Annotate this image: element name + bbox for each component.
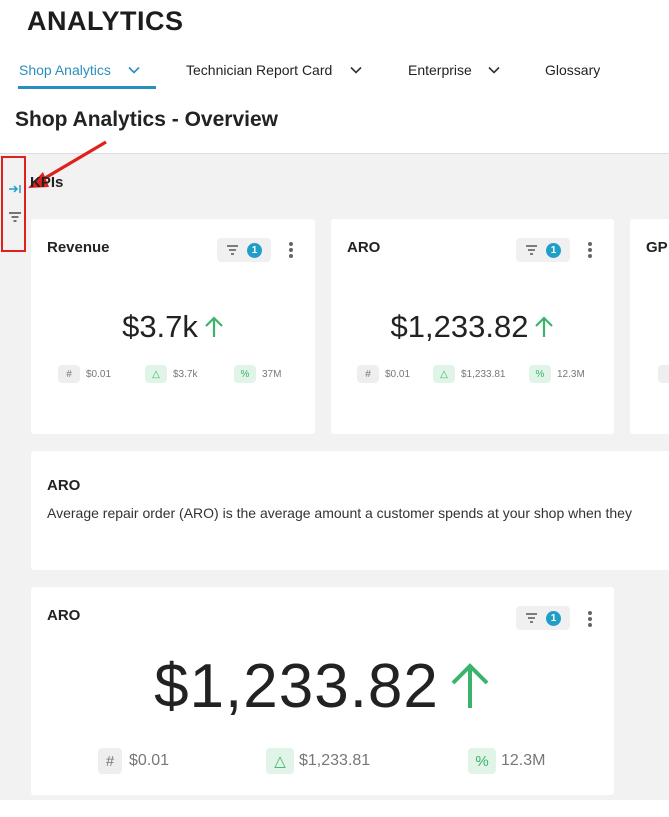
delta-icon: △ [266,748,294,774]
kpi-card-gp: GP [630,219,669,434]
more-options-icon[interactable] [585,609,595,629]
tab-enterprise[interactable]: Enterprise [408,52,501,88]
top-nav: Shop Analytics Technician Report Card En… [0,52,669,90]
stat-count: # $0.01 [58,365,111,383]
stat-change-value: $1,233.81 [461,368,506,380]
more-options-icon[interactable] [585,240,595,260]
trend-up-icon [535,316,554,337]
tab-label: Technician Report Card [186,62,333,78]
kpi-value-row: $1,233.82 [31,651,614,721]
kpi-value-row: $1,233.82 [331,307,614,347]
filter-chip[interactable]: 1 [217,238,271,262]
percent-icon: % [234,365,256,383]
filter-chip[interactable]: 1 [516,606,570,630]
annotation-highlight-box [1,156,26,252]
bottom-strip [0,800,669,817]
filter-count-badge: 1 [546,610,561,626]
filter-count-badge: 1 [247,242,262,258]
page-title: Shop Analytics - Overview [15,108,278,131]
tab-label: Enterprise [408,62,472,78]
hash-icon: # [357,365,379,383]
glossary-description-card: ARO Average repair order (ARO) is the av… [31,451,669,570]
description-text: Average repair order (ARO) is the averag… [47,505,632,521]
page-header: Shop Analytics - Overview [0,89,669,154]
hash-icon: # [98,748,122,774]
percent-icon: % [529,365,551,383]
chevron-down-icon [350,66,362,74]
stat-count-value: $0.01 [129,752,170,769]
filter-count-badge: 1 [546,242,561,258]
percent-icon: % [468,748,496,774]
stat-percent: % 12.3M [529,365,585,383]
filter-icon [526,613,537,623]
filter-icon [526,245,537,255]
filter-icon[interactable] [7,209,23,225]
trend-up-icon [205,316,223,337]
tab-label: Shop Analytics [19,62,111,78]
stat-change: △ $3.7k [145,365,197,383]
stat-count: # $0.01 [98,748,169,774]
stat-change: △ $1,233.81 [266,748,370,774]
stat-percent-value: 12.3M [501,752,546,769]
stat-count: # $0.01 [357,365,410,383]
delta-icon: △ [433,365,455,383]
stat-percent: % 37M [234,365,281,383]
stat-change-value: $3.7k [173,368,198,380]
tab-glossary[interactable]: Glossary [545,52,600,88]
kpi-value-row: $3.7k [31,307,315,347]
kpi-card-revenue: Revenue 1 $3.7k # $0.01 △ $3.7k % 37M [31,219,315,434]
chevron-down-icon [488,66,500,74]
card-title: ARO [47,607,81,624]
aro-detail-card: ARO 1 $1,233.82 # $0.01 △ $1,233.81 % 12… [31,587,614,795]
filter-icon [227,245,238,255]
app-title: ANALYTICS [27,6,184,36]
kpis-section-label: KPIs [30,174,64,191]
tab-label: Glossary [545,62,601,78]
hash-icon: # [58,365,80,383]
tab-shop-analytics[interactable]: Shop Analytics [19,52,141,88]
stat-change: △ $1,233.81 [433,365,506,383]
kpi-value: $1,233.82 [390,309,529,344]
stat-percent-value: 12.3M [557,368,585,380]
card-title: Revenue [47,239,110,256]
chevron-down-icon [128,66,140,74]
card-title: ARO [347,239,381,256]
stat-count-value: $0.01 [385,368,411,380]
delta-icon: △ [145,365,167,383]
stat-change-value: $1,233.81 [299,752,371,769]
stat-chip-clipped [658,365,669,383]
tab-technician-report-card[interactable]: Technician Report Card [186,52,363,88]
stat-count-value: $0.01 [86,368,112,380]
kpi-card-aro: ARO 1 $1,233.82 # $0.01 △ $1,233.81 % 12… [331,219,614,434]
trend-up-icon [451,663,489,708]
kpi-value: $3.7k [122,309,198,344]
filter-chip[interactable]: 1 [516,238,570,262]
expand-panel-icon[interactable] [7,181,23,197]
stat-percent-value: 37M [262,368,282,380]
kpi-value: $1,233.82 [154,651,439,721]
more-options-icon[interactable] [286,240,296,260]
card-title: GP [646,239,668,256]
description-title: ARO [47,477,81,494]
stat-percent: % 12.3M [468,748,545,774]
